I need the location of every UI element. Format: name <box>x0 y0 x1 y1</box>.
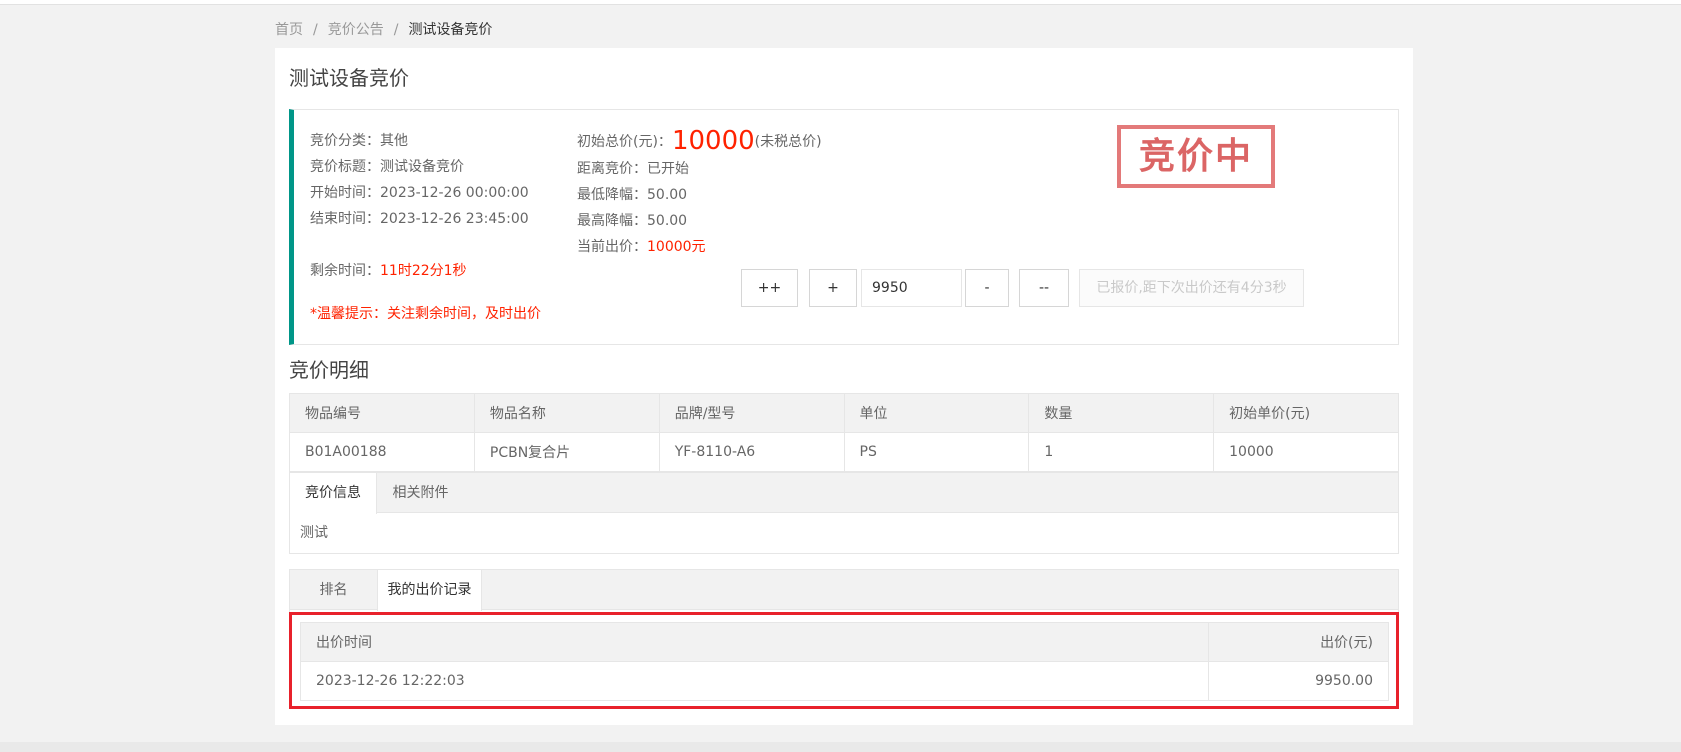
table-cell: 9950.00 <box>1208 661 1389 701</box>
page-title: 测试设备竞价 <box>289 66 409 90</box>
table-header: 品牌/型号 <box>658 393 845 433</box>
title-value: 测试设备竞价 <box>380 159 464 175</box>
table-cell: 10000 <box>1213 432 1399 472</box>
bid-record-table: 出价时间 出价(元) 2023-12-26 12:22:03 9950.00 <box>300 622 1389 701</box>
bottom-bar <box>0 742 1681 752</box>
initial-total-label: 初始总价(元)： <box>577 134 672 150</box>
increase-large-button[interactable]: ++ <box>741 269 798 307</box>
bidding-status-stamp: 竞价中 <box>1117 125 1275 188</box>
detail-table: 物品编号 物品名称 品牌/型号 单位 数量 初始单价(元) B01A00188 … <box>289 393 1399 472</box>
decrease-large-button[interactable]: -- <box>1019 269 1069 307</box>
increase-button[interactable]: + <box>809 269 857 307</box>
start-time-value: 2023-12-26 00:00:00 <box>380 185 529 201</box>
end-time-label: 结束时间： <box>310 211 380 227</box>
tab-my-bids[interactable]: 我的出价记录 <box>377 570 482 611</box>
remaining-time-label: 剩余时间： <box>310 263 380 279</box>
bid-info-right: 初始总价(元)：10000(未税总价) 距离竞价：已开始 最低降幅：50.00 … <box>577 124 822 260</box>
initial-total-value: 10000 <box>671 126 755 156</box>
record-tab-bar: 排名 我的出价记录 <box>290 570 1398 611</box>
table-header: 初始单价(元) <box>1213 393 1399 433</box>
table-header: 物品名称 <box>473 393 660 433</box>
table-row: 2023-12-26 12:22:03 9950.00 <box>300 661 1389 701</box>
breadcrumb-separator: / <box>313 22 318 38</box>
tab-attachments[interactable]: 相关附件 <box>377 473 464 514</box>
bid-info-content: 测试 <box>300 525 328 541</box>
table-cell: 2023-12-26 12:22:03 <box>300 661 1209 701</box>
table-header: 物品编号 <box>289 393 475 433</box>
table-cell: 1 <box>1028 432 1215 472</box>
breadcrumb-announcement[interactable]: 竞价公告 <box>328 22 384 38</box>
title-label: 竞价标题： <box>310 159 380 175</box>
min-drop-label: 最低降幅： <box>577 187 647 203</box>
table-header-row: 物品编号 物品名称 品牌/型号 单位 数量 初始单价(元) <box>289 393 1399 433</box>
table-cell: PS <box>843 432 1030 472</box>
breadcrumb-separator: / <box>393 22 399 38</box>
info-tab-bar: 竞价信息 相关附件 <box>290 473 1398 514</box>
table-row: B01A00188 PCBN复合片 YF-8110-A6 PS 1 10000 <box>289 432 1399 472</box>
current-bid-value: 10000元 <box>647 239 706 255</box>
table-cell: PCBN复合片 <box>473 432 660 472</box>
main-panel: 测试设备竞价 竞价分类：其他 竞价标题：测试设备竞价 开始时间：2023-12-… <box>275 48 1413 725</box>
distance-label: 距离竞价： <box>577 161 647 177</box>
remaining-time-value: 11时22分1秒 <box>380 263 467 279</box>
bid-info-left: 竞价分类：其他 竞价标题：测试设备竞价 开始时间：2023-12-26 00:0… <box>310 128 541 327</box>
current-bid-label: 当前出价： <box>577 239 647 255</box>
detail-section-title: 竞价明细 <box>289 358 369 382</box>
breadcrumb: 首页 / 竞价公告 / 测试设备竞价 <box>275 20 492 40</box>
max-drop-label: 最高降幅： <box>577 213 647 229</box>
breadcrumb-current: 测试设备竞价 <box>408 22 493 38</box>
submit-bid-button[interactable]: 已报价,距下次出价还有4分3秒 <box>1079 269 1304 307</box>
min-drop-value: 50.00 <box>647 187 688 203</box>
table-cell: YF-8110-A6 <box>658 432 845 472</box>
table-header: 单位 <box>843 393 1030 433</box>
table-header: 出价(元) <box>1208 622 1389 662</box>
table-header: 出价时间 <box>300 622 1209 662</box>
reminder-tip: *温馨提示：关注剩余时间，及时出价 <box>310 306 541 322</box>
table-header: 数量 <box>1028 393 1215 433</box>
bid-info-box: 竞价分类：其他 竞价标题：测试设备竞价 开始时间：2023-12-26 00:0… <box>289 109 1399 345</box>
breadcrumb-home[interactable]: 首页 <box>275 22 303 38</box>
initial-total-note: (未税总价) <box>754 134 822 150</box>
tab-ranking[interactable]: 排名 <box>290 570 377 611</box>
decrease-button[interactable]: - <box>965 269 1009 307</box>
distance-value: 已开始 <box>647 161 689 177</box>
top-bar <box>0 0 1681 5</box>
table-cell: B01A00188 <box>289 432 475 472</box>
category-value: 其他 <box>380 133 408 149</box>
category-label: 竞价分类： <box>310 133 380 149</box>
tab-bid-info[interactable]: 竞价信息 <box>290 473 377 514</box>
table-header-row: 出价时间 出价(元) <box>300 622 1389 662</box>
max-drop-value: 50.00 <box>647 213 688 229</box>
start-time-label: 开始时间： <box>310 185 380 201</box>
end-time-value: 2023-12-26 23:45:00 <box>380 211 529 227</box>
bid-amount-input[interactable]: 9950 <box>861 269 962 307</box>
info-tabs: 竞价信息 相关附件 测试 <box>289 472 1399 554</box>
